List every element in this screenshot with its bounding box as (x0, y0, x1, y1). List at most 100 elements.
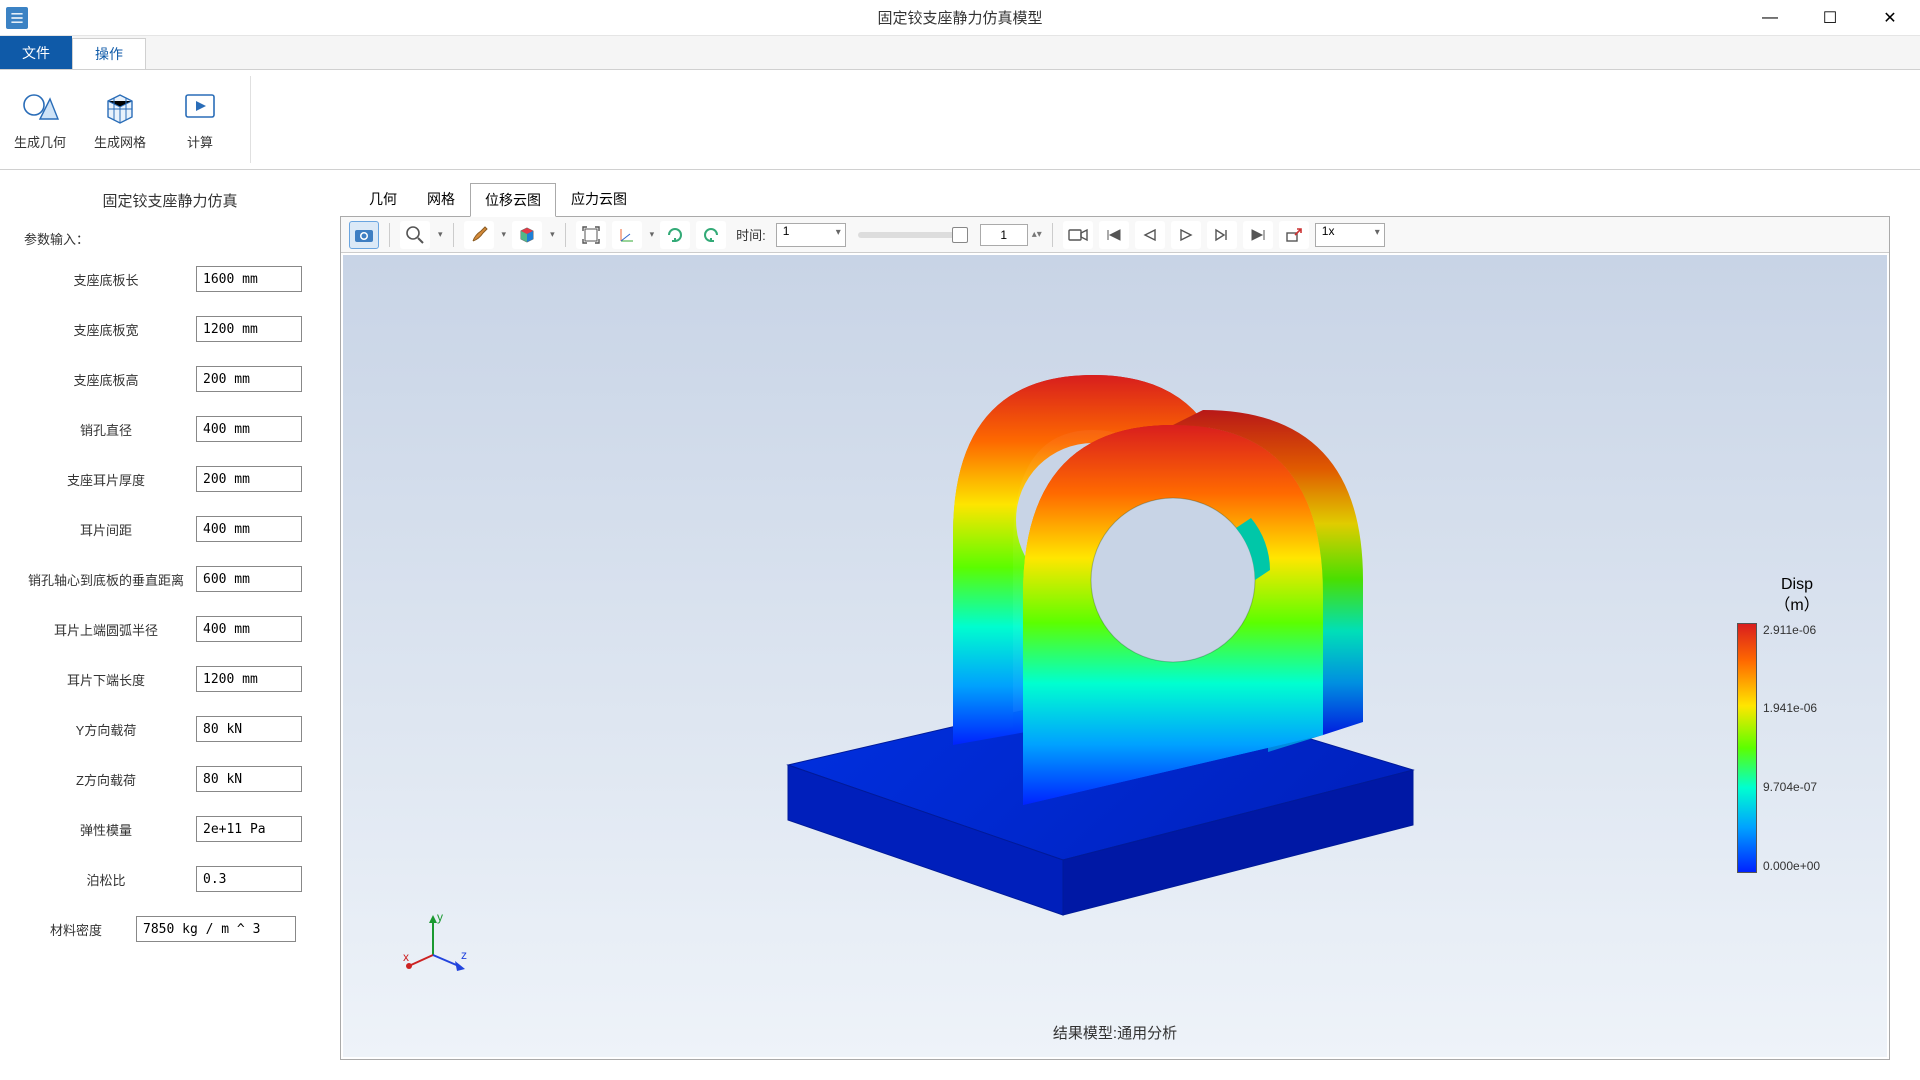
param-input[interactable] (196, 666, 302, 692)
param-label: 耳片下端长度 (16, 670, 196, 689)
play-screen-icon (180, 88, 220, 126)
next-frame-icon[interactable] (1207, 221, 1237, 249)
param-input[interactable] (196, 266, 302, 292)
dropdown-arrow-icon[interactable]: ▾ (550, 229, 555, 240)
param-label: 支座耳片厚度 (16, 470, 196, 489)
legend-unit: （m） (1774, 597, 1819, 614)
tab-mesh[interactable]: 网格 (412, 182, 470, 216)
mesh-cube-icon (100, 88, 140, 126)
zoom-icon[interactable] (400, 221, 430, 249)
param-row: 销孔轴心到底板的垂直距离 (16, 566, 324, 592)
param-input[interactable] (196, 616, 302, 642)
legend-color-bar (1737, 623, 1757, 873)
parameter-panel: 固定铰支座静力仿真 参数输入： 支座底板长支座底板宽支座底板高销孔直径支座耳片厚… (0, 170, 340, 1080)
result-canvas[interactable]: y x z Disp （m） 2.911e-061. (343, 255, 1887, 1057)
param-row: 支座底板宽 (16, 316, 324, 342)
ribbon-label: 生成几何 (14, 132, 66, 151)
view-tabs: 几何 网格 位移云图 应力云图 (340, 182, 1890, 216)
legend-tick: 9.704e-07 (1763, 780, 1820, 794)
param-row: 耳片下端长度 (16, 666, 324, 692)
fit-view-icon[interactable] (576, 221, 606, 249)
tab-geometry[interactable]: 几何 (354, 182, 412, 216)
color-legend: Disp （m） 2.911e-06 1.941e-06 9.704e-07 0.00… (1737, 575, 1857, 873)
play-icon[interactable] (1171, 221, 1201, 249)
svg-text:z: z (461, 948, 467, 962)
legend-tick: 1.941e-06 (1763, 701, 1820, 715)
tab-displacement[interactable]: 位移云图 (470, 183, 556, 217)
viewer-toolbar: ▾ ▾ ▾ (341, 217, 1889, 253)
param-label: 材料密度 (16, 920, 136, 939)
record-icon[interactable] (1063, 221, 1093, 249)
compute-button[interactable]: 计算 (170, 76, 230, 163)
panel-title: 固定铰支座静力仿真 (16, 190, 324, 211)
maximize-button[interactable]: ☐ (1800, 0, 1860, 36)
dropdown-arrow-icon[interactable]: ▾ (650, 229, 655, 240)
time-label: 时间: (736, 225, 766, 244)
param-label: 支座底板长 (16, 270, 196, 289)
rotate-cw-icon[interactable] (660, 221, 690, 249)
frame-input[interactable] (980, 224, 1028, 246)
param-label: 支座底板宽 (16, 320, 196, 339)
param-input[interactable] (196, 866, 302, 892)
param-input[interactable] (196, 316, 302, 342)
rotate-ccw-icon[interactable] (696, 221, 726, 249)
param-label: 销孔直径 (16, 420, 196, 439)
brush-icon[interactable] (464, 221, 494, 249)
param-input[interactable] (196, 516, 302, 542)
axis-view-icon[interactable] (612, 221, 642, 249)
sphere-cone-icon (20, 88, 60, 126)
window-title: 固定铰支座静力仿真模型 (877, 7, 1042, 28)
legend-title: Disp (1781, 576, 1813, 593)
app-icon (6, 7, 28, 29)
param-label: 销孔轴心到底板的垂直距离 (16, 570, 196, 589)
content-area: 几何 网格 位移云图 应力云图 ▾ ▾ (340, 170, 1920, 1080)
time-slider[interactable] (858, 232, 968, 238)
time-combo[interactable]: 1 (776, 223, 846, 247)
generate-mesh-button[interactable]: 生成网格 (90, 76, 150, 163)
svg-text:x: x (403, 950, 409, 964)
svg-text:y: y (437, 910, 443, 924)
param-label: 耳片上端圆弧半径 (16, 620, 196, 639)
legend-tick: 0.000e+00 (1763, 859, 1820, 873)
param-input[interactable] (196, 416, 302, 442)
param-row: 销孔直径 (16, 416, 324, 442)
param-row: 耳片上端圆弧半径 (16, 616, 324, 642)
prev-frame-icon[interactable] (1135, 221, 1165, 249)
param-input[interactable] (136, 916, 296, 942)
generate-geometry-button[interactable]: 生成几何 (10, 76, 70, 163)
viewer-frame: ▾ ▾ ▾ (340, 216, 1890, 1060)
color-cube-icon[interactable] (512, 221, 542, 249)
param-input[interactable] (196, 566, 302, 592)
param-label: 耳片间距 (16, 520, 196, 539)
camera-icon[interactable] (349, 221, 379, 249)
result-model-label: 结果模型:通用分析 (1053, 1022, 1177, 1043)
tab-stress[interactable]: 应力云图 (556, 182, 642, 216)
export-icon[interactable] (1279, 221, 1309, 249)
dropdown-arrow-icon[interactable]: ▾ (438, 229, 443, 240)
param-label: 弹性模量 (16, 820, 196, 839)
menubar: 文件 操作 (0, 36, 1920, 70)
speed-combo[interactable]: 1x (1315, 223, 1385, 247)
param-row: 耳片间距 (16, 516, 324, 542)
menu-file[interactable]: 文件 (0, 36, 72, 69)
axes-triad: y x z (403, 907, 473, 977)
minimize-button[interactable]: — (1740, 0, 1800, 36)
param-label: 支座底板高 (16, 370, 196, 389)
param-input[interactable] (196, 366, 302, 392)
param-input[interactable] (196, 816, 302, 842)
dropdown-arrow-icon[interactable]: ▾ (502, 229, 507, 240)
first-frame-icon[interactable] (1099, 221, 1129, 249)
last-frame-icon[interactable] (1243, 221, 1273, 249)
param-row: 材料密度 (16, 916, 324, 942)
param-label: Z方向载荷 (16, 770, 196, 789)
param-row: 弹性模量 (16, 816, 324, 842)
titlebar: 固定铰支座静力仿真模型 — ☐ ✕ (0, 0, 1920, 36)
menu-operate[interactable]: 操作 (72, 38, 146, 69)
param-input[interactable] (196, 466, 302, 492)
legend-tick: 2.911e-06 (1763, 623, 1820, 637)
param-input[interactable] (196, 766, 302, 792)
close-button[interactable]: ✕ (1860, 0, 1920, 36)
param-input[interactable] (196, 716, 302, 742)
param-row: Y方向载荷 (16, 716, 324, 742)
param-row: 支座底板长 (16, 266, 324, 292)
